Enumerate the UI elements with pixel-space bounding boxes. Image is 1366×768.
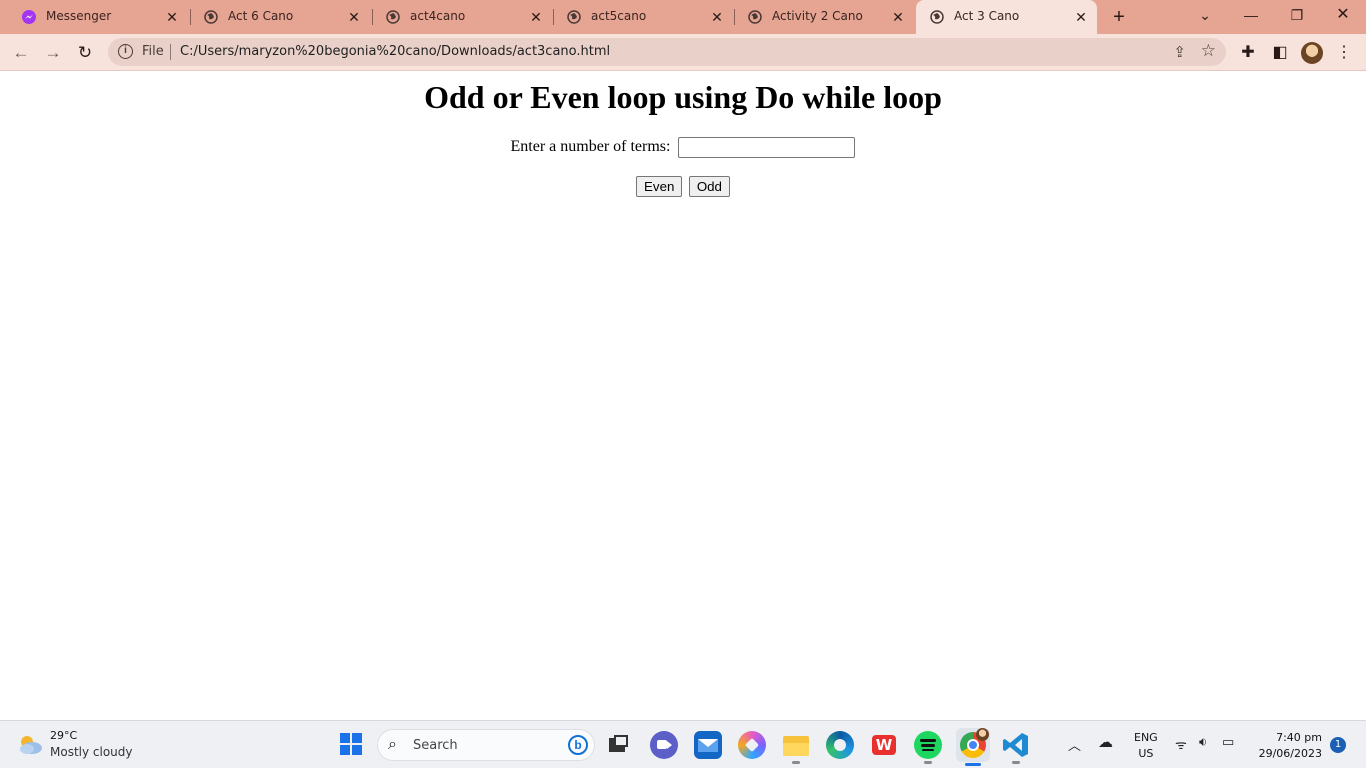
taskbar-search[interactable]: ⌕ Search b	[377, 729, 595, 761]
tab-act6cano[interactable]: Act 6 Cano ✕	[190, 0, 370, 34]
tab-activity2cano[interactable]: Activity 2 Cano ✕	[734, 0, 914, 34]
running-indicator	[792, 761, 800, 764]
search-placeholder: Search	[413, 738, 458, 753]
close-tab-icon[interactable]: ✕	[528, 9, 544, 25]
tab-act5cano[interactable]: act5cano ✕	[553, 0, 733, 34]
side-panel-icon[interactable]: ◧	[1269, 42, 1291, 64]
menu-kebab-icon[interactable]: ⋮	[1333, 42, 1355, 64]
tab-search-chevron-icon[interactable]: ⌄	[1182, 0, 1228, 30]
terms-label: Enter a number of terms:	[510, 138, 671, 156]
globe-icon	[930, 10, 944, 24]
language-region: US	[1138, 747, 1154, 760]
tab-title: act4cano	[410, 9, 466, 23]
bookmark-star-icon[interactable]: ☆	[1201, 41, 1216, 61]
profile-avatar[interactable]	[1301, 42, 1323, 64]
tab-title: Act 3 Cano	[954, 9, 1020, 23]
info-icon[interactable]: i	[118, 44, 133, 59]
copilot-icon[interactable]	[738, 731, 766, 759]
active-indicator	[965, 763, 981, 766]
terms-form-row: Enter a number of terms:	[0, 137, 1366, 158]
globe-icon	[567, 10, 581, 24]
close-tab-icon[interactable]: ✕	[346, 9, 362, 25]
scheme-label: File	[142, 44, 164, 59]
messenger-icon	[22, 10, 36, 24]
tab-title: Messenger	[46, 9, 112, 23]
tab-strip: Messenger ✕ Act 6 Cano ✕ act4cano ✕ act5…	[0, 0, 1366, 34]
onedrive-sync-icon[interactable]: ☁	[1098, 733, 1113, 751]
battery-icon[interactable]: ▭	[1222, 735, 1234, 750]
spotify-icon[interactable]	[914, 731, 942, 764]
meet-icon[interactable]	[650, 731, 678, 759]
tab-title: Activity 2 Cano	[772, 9, 863, 23]
running-indicator	[924, 761, 932, 764]
close-tab-icon[interactable]: ✕	[890, 9, 906, 25]
task-view-icon[interactable]	[605, 731, 633, 759]
even-button[interactable]: Even	[636, 176, 683, 197]
tab-act3cano[interactable]: Act 3 Cano ✕	[916, 0, 1097, 34]
vscode-icon[interactable]	[1002, 731, 1030, 764]
omnibox-divider	[170, 44, 171, 60]
web-page: Odd or Even loop using Do while loop Ent…	[0, 71, 1366, 720]
edge-icon[interactable]	[826, 731, 854, 759]
tab-title: act5cano	[591, 9, 647, 23]
chrome-icon[interactable]	[956, 728, 990, 766]
close-tab-icon[interactable]: ✕	[1073, 9, 1089, 25]
start-windows-icon[interactable]	[340, 733, 362, 755]
odd-button[interactable]: Odd	[688, 176, 730, 197]
browser-toolbar: ← → ↻ i File C:/Users/maryzon%20begonia%…	[0, 34, 1366, 71]
windows-taskbar: 29°C Mostly cloudy ⌕ Search b W ︿ ☁ ENG …	[0, 720, 1366, 768]
close-tab-icon[interactable]: ✕	[164, 9, 180, 25]
close-window-button[interactable]: ✕	[1320, 0, 1366, 30]
notification-badge[interactable]: 1	[1330, 737, 1346, 753]
weather-temperature[interactable]: 29°C	[50, 729, 77, 742]
address-bar[interactable]: i File C:/Users/maryzon%20begonia%20cano…	[108, 38, 1226, 66]
url-text[interactable]: C:/Users/maryzon%20begonia%20cano/Downlo…	[180, 44, 610, 59]
restore-button[interactable]: ❐	[1274, 0, 1320, 30]
forward-button[interactable]: →	[40, 40, 66, 66]
new-tab-button[interactable]: +	[1108, 6, 1130, 28]
reload-button[interactable]: ↻	[72, 40, 98, 66]
share-icon[interactable]: ⇪	[1173, 43, 1186, 61]
running-indicator	[1012, 761, 1020, 764]
language-code: ENG	[1134, 731, 1158, 744]
weather-description[interactable]: Mostly cloudy	[50, 745, 133, 759]
volume-icon[interactable]: 🔉︎	[1199, 735, 1207, 750]
tab-act4cano[interactable]: act4cano ✕	[372, 0, 552, 34]
system-clock[interactable]: 7:40 pm 29/06/2023	[1252, 730, 1322, 762]
file-explorer-icon[interactable]	[782, 731, 810, 764]
minimize-button[interactable]: —	[1228, 0, 1274, 30]
mail-icon[interactable]	[694, 731, 722, 759]
extensions-icon[interactable]: ✚	[1237, 42, 1259, 64]
language-indicator[interactable]: ENG US	[1134, 730, 1158, 762]
globe-icon	[748, 10, 762, 24]
clock-date: 29/06/2023	[1258, 747, 1322, 760]
tab-title: Act 6 Cano	[228, 9, 294, 23]
clock-time: 7:40 pm	[1276, 731, 1322, 744]
wps-office-icon[interactable]: W	[870, 731, 898, 759]
globe-icon	[386, 10, 400, 24]
search-icon: ⌕	[388, 736, 397, 753]
button-row: Even Odd	[0, 176, 1366, 197]
close-tab-icon[interactable]: ✕	[709, 9, 725, 25]
show-hidden-icons-chevron-icon[interactable]: ︿	[1068, 735, 1081, 754]
page-title: Odd or Even loop using Do while loop	[424, 79, 942, 115]
cloudy-weather-icon[interactable]	[16, 733, 44, 755]
wifi-icon[interactable]: ᯤ	[1175, 735, 1187, 753]
terms-input[interactable]	[678, 137, 856, 158]
globe-icon	[204, 10, 218, 24]
bing-icon[interactable]: b	[568, 735, 588, 755]
tab-messenger[interactable]: Messenger ✕	[8, 0, 188, 34]
back-button[interactable]: ←	[8, 40, 34, 66]
